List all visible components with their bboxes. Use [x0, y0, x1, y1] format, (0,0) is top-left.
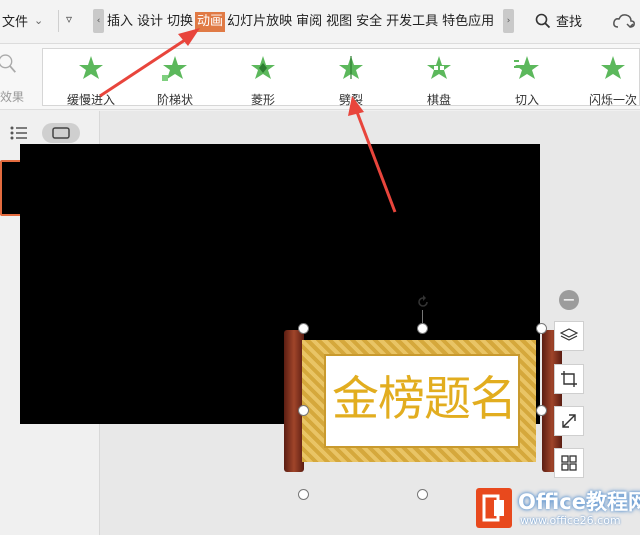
watermark-url: www.office26.com	[520, 514, 621, 527]
scroll-rod-left	[284, 330, 304, 472]
resize-handle[interactable]	[536, 323, 547, 334]
office-logo-icon	[476, 488, 512, 528]
anim-split[interactable]: 劈裂	[311, 55, 391, 108]
anim-label: 缓慢进入	[66, 93, 115, 107]
cloud-sync-icon[interactable]	[612, 11, 636, 35]
layers-icon	[560, 328, 578, 341]
file-menu[interactable]: 文件 ⌄	[2, 11, 43, 30]
resize-handle[interactable]	[417, 489, 428, 500]
anim-label: 切入	[514, 93, 539, 107]
chevron-down-icon: ⌄	[34, 14, 44, 27]
anim-label: 阶梯状	[156, 93, 193, 107]
expand-icon	[562, 414, 576, 428]
search-label: 查找	[556, 15, 583, 30]
tab-slideshow[interactable]: 幻灯片放映	[225, 12, 294, 32]
star-flash-icon	[601, 56, 625, 79]
star-fade-icon	[79, 56, 103, 79]
watermark-title: Office教程网	[518, 490, 640, 514]
rotate-handle-icon[interactable]	[416, 294, 430, 308]
anim-cut-in[interactable]: 切入	[487, 55, 567, 108]
crop-button[interactable]	[554, 364, 584, 394]
list-view-icon[interactable]	[10, 125, 28, 144]
collapse-toolbar-icon[interactable]: −	[559, 290, 579, 310]
tab-security[interactable]: 安全	[354, 12, 384, 32]
file-menu-label: 文件	[2, 15, 29, 30]
resize-handle[interactable]	[536, 405, 547, 416]
tab-animation[interactable]: 动画	[195, 12, 226, 32]
star-diamond-icon	[251, 56, 275, 79]
resize-handle[interactable]	[298, 489, 309, 500]
star-split-icon	[339, 56, 363, 79]
tab-insert[interactable]: 插入	[105, 12, 135, 32]
thumbnail-view-toggle[interactable]	[42, 123, 80, 143]
star-cut-in-icon	[514, 56, 539, 79]
thumbnail-icon	[52, 127, 70, 139]
search-icon	[535, 13, 551, 28]
menu-divider	[58, 10, 59, 32]
anim-label: 闪烁一次	[588, 93, 637, 107]
tab-view[interactable]: 视图	[324, 12, 354, 32]
layers-button[interactable]	[554, 321, 584, 351]
anim-label: 棋盘	[426, 93, 451, 107]
scroll-text: 金榜题名	[332, 372, 517, 427]
grid-icon	[561, 455, 577, 471]
anim-label: 菱形	[250, 93, 275, 107]
scroll-paper: 金榜题名	[324, 354, 520, 448]
effect-options-button[interactable]: 效果	[0, 50, 32, 106]
watermark: Office教程网 www.office26.com	[476, 482, 640, 535]
resize-image-button[interactable]	[554, 406, 584, 436]
quick-access-dropdown-icon[interactable]: ▿	[66, 12, 72, 26]
anim-slow-enter[interactable]: 缓慢进入	[51, 55, 131, 108]
resize-handle[interactable]	[298, 405, 309, 416]
anim-checkerboard[interactable]: 棋盘	[399, 55, 479, 108]
ribbon-tabs: 插入 设计 切换 动画 幻灯片放映 审阅 视图 安全 开发工具 特色应用	[105, 12, 496, 32]
anim-diamond[interactable]: 菱形	[223, 55, 303, 108]
crop-icon	[561, 371, 577, 387]
anim-label: 劈裂	[338, 93, 363, 107]
tab-review[interactable]: 审阅	[294, 12, 324, 32]
tab-design[interactable]: 设计	[135, 12, 165, 32]
anim-stairs[interactable]: 阶梯状	[135, 55, 215, 108]
tabs-scroll-left-icon[interactable]: ‹	[93, 9, 104, 33]
animation-ribbon: 效果 缓慢进入 阶梯状 菱形 劈裂 棋盘 切入 闪烁一次	[0, 44, 640, 110]
magnifier-icon	[0, 54, 16, 73]
tab-transition[interactable]: 切换	[165, 12, 195, 32]
search-button[interactable]: 查找	[535, 11, 582, 30]
tab-developer[interactable]: 开发工具	[384, 12, 440, 32]
star-stairs-icon	[162, 56, 187, 81]
grid-layout-button[interactable]	[554, 448, 584, 478]
star-checker-icon	[427, 56, 451, 79]
animation-gallery: 缓慢进入 阶梯状 菱形 劈裂 棋盘 切入 闪烁一次	[42, 48, 640, 108]
anim-flash-once[interactable]: 闪烁一次	[573, 55, 640, 108]
menu-bar: 文件 ⌄ ▿ ‹ 插入 设计 切换 动画 幻灯片放映 审阅 视图 安全 开发工具…	[0, 0, 640, 44]
scroll-image[interactable]: 金榜题名	[284, 330, 562, 472]
tab-special[interactable]: 特色应用	[440, 12, 496, 32]
resize-handle[interactable]	[298, 323, 309, 334]
rotate-connector	[422, 310, 423, 324]
scroll-body: 金榜题名	[302, 340, 536, 462]
resize-handle[interactable]	[417, 323, 428, 334]
tabs-scroll-right-icon[interactable]: ›	[503, 9, 514, 33]
effect-label: 效果	[0, 90, 25, 104]
